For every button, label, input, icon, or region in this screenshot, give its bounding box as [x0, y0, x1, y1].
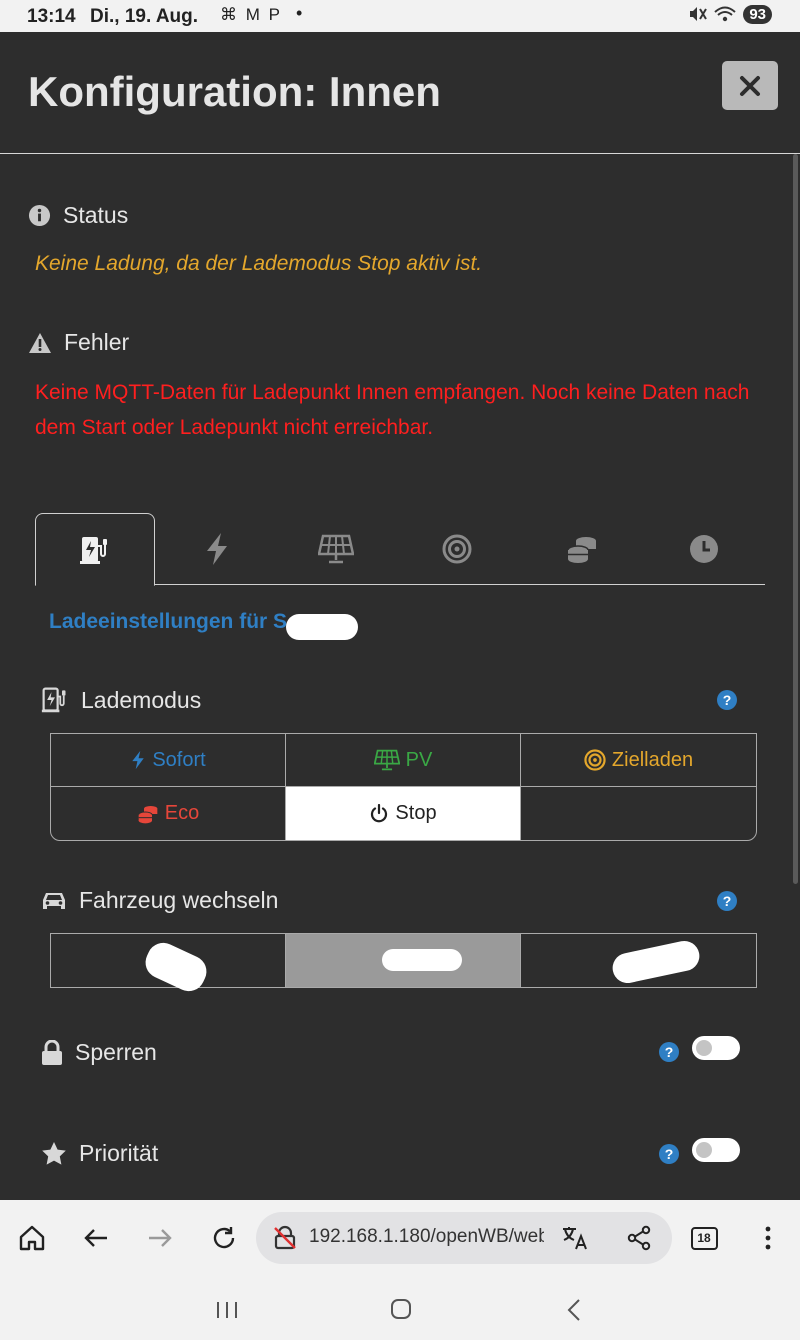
arrow-left-icon — [84, 1229, 107, 1247]
clock: 13:14 — [27, 6, 76, 27]
target-icon — [584, 749, 606, 771]
home-button[interactable] — [12, 1218, 52, 1258]
wifi-icon — [714, 6, 736, 22]
scrollbar[interactable] — [793, 154, 798, 884]
bolt-icon — [207, 533, 227, 565]
mode-sofort-label: Sofort — [152, 748, 206, 771]
priority-toggle[interactable] — [692, 1138, 740, 1162]
charge-mode-help[interactable]: ? — [717, 690, 737, 710]
charge-mode-button-group: Sofort PV Zielladen Eco Stop — [50, 733, 757, 841]
insecure-lock-icon — [274, 1225, 296, 1250]
mode-target-button[interactable]: Zielladen — [521, 734, 756, 787]
mode-pv-label: PV — [405, 748, 433, 771]
configuration-modal: Konfiguration: Innen Status Keine Ladung… — [0, 32, 800, 1200]
mute-icon — [690, 7, 708, 21]
mode-pv-button[interactable]: PV — [286, 734, 521, 787]
reload-icon — [213, 1227, 235, 1249]
config-tabs — [35, 513, 765, 586]
home-nav-icon[interactable] — [390, 1298, 412, 1320]
tab-eco[interactable] — [522, 513, 642, 585]
vehicle-heading: Fahrzeug wechseln — [41, 887, 278, 914]
lock-help[interactable]: ? — [659, 1042, 679, 1062]
coins-icon — [137, 805, 158, 823]
reload-button[interactable] — [204, 1218, 244, 1258]
mode-stop-button[interactable]: Stop — [286, 787, 521, 840]
target-icon — [442, 534, 472, 564]
date: Di., 19. Aug. — [90, 6, 199, 27]
home-icon — [19, 1225, 45, 1251]
charge-mode-heading: Lademodus — [41, 686, 201, 714]
translate-icon[interactable] — [561, 1225, 589, 1251]
notification-icons: ⌘ M P — [220, 5, 282, 24]
tab-pv[interactable] — [276, 513, 396, 585]
system-indicators: 93 — [687, 4, 772, 24]
back-nav-icon[interactable] — [566, 1298, 582, 1322]
mode-eco-label: Eco — [164, 802, 200, 824]
charging-station-icon — [80, 536, 107, 564]
solar-panel-icon — [318, 534, 354, 564]
lock-heading: Sperren — [41, 1039, 157, 1066]
tab-schedule[interactable] — [644, 513, 764, 585]
charge-settings-title: Ladeeinstellungen für S — [49, 610, 288, 633]
status-message: Keine Ladung, da der Lademodus Stop akti… — [35, 252, 483, 275]
power-icon — [371, 803, 388, 822]
more-notifications-dot: • — [296, 3, 303, 23]
more-vertical-icon — [765, 1226, 771, 1250]
charging-station-icon — [41, 687, 66, 713]
vehicle-heading-label: Fahrzeug wechseln — [79, 887, 279, 913]
browser-toolbar: 192.168.1.180/openWB/web 18 — [0, 1200, 800, 1276]
close-button[interactable] — [722, 61, 778, 110]
address-bar[interactable]: 192.168.1.180/openWB/web — [256, 1212, 672, 1264]
vehicle-help[interactable]: ? — [717, 891, 737, 911]
priority-heading: Priorität — [41, 1140, 158, 1167]
priority-heading-label: Priorität — [79, 1140, 159, 1166]
charge-mode-heading-label: Lademodus — [81, 686, 202, 713]
status-heading: Status — [28, 202, 128, 229]
recent-apps-icon[interactable] — [215, 1300, 239, 1320]
bolt-icon — [132, 750, 145, 770]
error-message: Keine MQTT-Daten für Ladepunkt Innen emp… — [35, 381, 750, 439]
modal-header: Konfiguration: Innen — [0, 32, 800, 154]
system-status-bar: 13:14 Di., 19. Aug. ⌘ M P • 93 — [0, 0, 800, 32]
error-heading: Fehler — [28, 329, 129, 356]
clock-icon — [690, 535, 718, 563]
close-icon — [740, 75, 760, 96]
lock-icon — [42, 1039, 62, 1065]
lock-heading-label: Sperren — [75, 1039, 157, 1065]
tab-count: 18 — [690, 1226, 718, 1250]
mode-eco-button[interactable]: Eco — [51, 787, 286, 840]
lock-toggle[interactable] — [692, 1036, 740, 1060]
back-button[interactable] — [76, 1218, 116, 1258]
warning-icon — [29, 332, 51, 353]
star-icon — [42, 1141, 66, 1165]
solar-panel-icon — [373, 749, 400, 771]
mode-stop-label: Stop — [395, 802, 437, 824]
tab-switcher-button[interactable]: 18 — [684, 1218, 724, 1258]
mode-sofort-button[interactable]: Sofort — [51, 734, 286, 787]
coins-icon — [567, 537, 596, 563]
tab-instant[interactable] — [157, 513, 277, 585]
share-icon[interactable] — [626, 1225, 652, 1251]
redacted-scribble — [382, 949, 462, 971]
url-text: 192.168.1.180/openWB/web — [309, 1226, 544, 1247]
browser-menu-button[interactable] — [748, 1218, 788, 1258]
tab-charge-mode[interactable] — [35, 513, 155, 586]
redacted-scribble — [286, 614, 358, 640]
modal-title: Konfiguration: Innen — [28, 68, 441, 115]
error-heading-label: Fehler — [64, 329, 130, 355]
system-navigation-bar — [0, 1276, 800, 1340]
forward-button[interactable] — [140, 1218, 180, 1258]
mode-target-label: Zielladen — [611, 748, 694, 771]
car-icon — [43, 892, 65, 909]
battery-level: 93 — [743, 4, 772, 24]
info-icon — [28, 204, 51, 227]
priority-help[interactable]: ? — [659, 1144, 679, 1164]
tab-target[interactable] — [397, 513, 517, 585]
status-heading-label: Status — [63, 202, 129, 228]
arrow-right-icon — [149, 1229, 172, 1247]
